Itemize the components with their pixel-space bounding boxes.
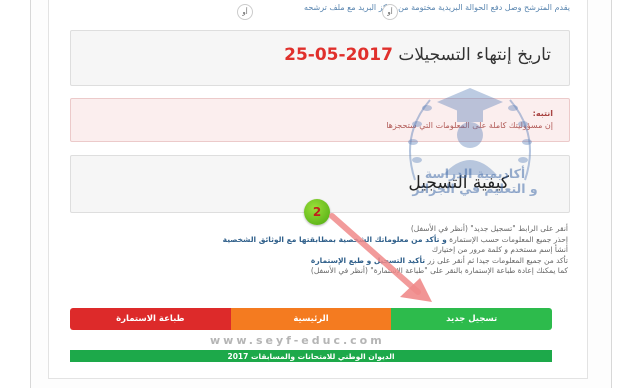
instructions: أنقر على الرابط "تسجيل جديد" (أنظر في ال… [88,224,568,277]
watermark-url: www.seyf-educ.com [210,334,385,347]
instruction-4a: تأكد من جميع المعلومات جيدا ثم أنقر على … [427,255,568,265]
instruction-2a: إحذر جميع المعلومات حسب الإستمارة [449,234,568,244]
deadline-label: تاريخ إنتهاء التسجيلات 2017-05-25 [276,45,551,65]
instruction-4b: تأكيد التسجيل و طبع الإستمارة [310,255,426,265]
print-form-button[interactable]: طباعة الاستمارة [70,308,231,330]
deadline-box: تاريخ إنتهاء التسجيلات 2017-05-25 [70,30,570,86]
instruction-2b: و تأكد من معلوماتك الشخصية بمطابقتها مع … [222,234,447,244]
step-badge: 2 [304,199,330,225]
instruction-4: تأكد من جميع المعلومات جيدا ثم أنقر على … [88,256,568,267]
top-note-line1: يقدم المترشح وصل دفع الحوالة البريدية مخ… [304,3,570,12]
logo-line2: و التعليم في الجزائر [412,181,538,196]
or-separator-2: أو [237,4,253,20]
instruction-5: كما يمكنك إعادة طباعة الإستمارة بالنقر ع… [310,266,568,275]
action-buttons: تسجيل جديد الرئيسية طباعة الاستمارة [70,308,552,330]
deadline-text: تاريخ إنتهاء التسجيلات [398,45,551,65]
or-separator-1: أو [382,4,398,20]
logo-watermark-text: أكاديمية الدراسة و التعليم في الجزائر [395,166,555,196]
logo-line1: أكاديمية الدراسة [424,166,526,181]
instruction-3: أنشأ إسم مستخدم و كلمة مرور من إختيارك [431,245,568,254]
home-button[interactable]: الرئيسية [230,308,392,330]
instruction-2: إحذر جميع المعلومات حسب الإستمارة و تأكد… [88,235,568,246]
footer-bar: الديوان الوطني للامتحانات والمسابقات 201… [70,350,552,362]
top-note: يقدم المترشح وصل دفع الحوالة البريدية مخ… [70,2,570,14]
deadline-date: 2017-05-25 [284,45,393,65]
new-registration-button[interactable]: تسجيل جديد [391,308,552,330]
instruction-1: أنقر على الرابط "تسجيل جديد" (أنظر في ال… [410,224,568,233]
